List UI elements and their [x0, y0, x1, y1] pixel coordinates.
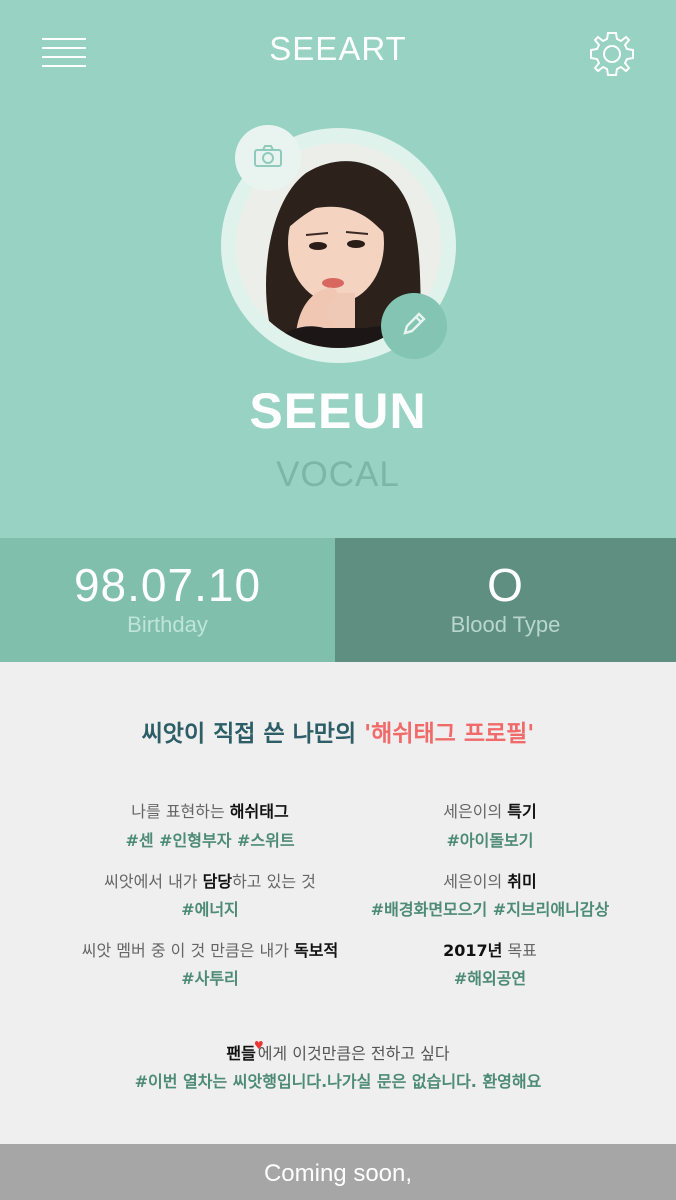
- title-text: 씨앗이 직접 쓴 나만의: [141, 721, 365, 747]
- pencil-icon: [399, 309, 429, 343]
- blood-type-label: Blood Type: [450, 612, 561, 637]
- profile-question: 세은이의 취미: [443, 872, 537, 891]
- profile-question: 세은이의 특기: [443, 802, 537, 821]
- profile-screen: SEEART SEEUN VOCAL 98.07.10 Birthday O B…: [0, 0, 676, 1200]
- title-highlight: '해쉬태그 프로필': [364, 721, 535, 747]
- profile-header-section: SEEART SEEUN VOCAL: [0, 0, 676, 538]
- app-title: SEEART: [269, 30, 407, 67]
- profile-hashtags: #해외공연: [453, 969, 527, 988]
- birthday-value: 98.07.10: [73, 559, 262, 611]
- birthday-panel: 98.07.10 Birthday: [0, 538, 335, 662]
- change-photo-button[interactable]: [235, 125, 301, 191]
- birthday-label: Birthday: [127, 612, 208, 637]
- profile-hashtags: #에너지: [181, 900, 239, 919]
- blood-type-value: O: [487, 559, 524, 611]
- profile-hashtags: #센 #인형부자 #스위트: [125, 831, 295, 850]
- profile-question: 씨앗 멤버 중 이 것 만큼은 내가 독보적: [81, 941, 339, 960]
- heart-icon: ♥: [253, 1039, 264, 1052]
- fans-message-hashtags: #이번 열차는 씨앗행입니다.나가실 문은 없습니다. 환영해요: [134, 1072, 542, 1091]
- blood-type-panel: O Blood Type: [335, 538, 676, 662]
- profile-question: 2017년 목표: [443, 941, 537, 960]
- profile-hashtags: #아이돌보기: [446, 831, 534, 850]
- edit-profile-button[interactable]: [381, 293, 447, 359]
- camera-icon: [253, 144, 283, 172]
- gear-icon[interactable]: [588, 30, 636, 78]
- profile-question: 나를 표현하는 해쉬태그: [131, 802, 289, 821]
- profile-hashtags: #사투리: [181, 969, 239, 988]
- hashtag-profile-title: 씨앗이 직접 쓴 나만의 '해쉬태그 프로필': [0, 714, 676, 748]
- profile-question: 씨앗에서 내가 담당하고 있는 것: [104, 872, 316, 891]
- member-name: SEEUN: [249, 383, 427, 439]
- coming-soon-bar: Coming soon,: [0, 1144, 676, 1200]
- profile-hashtags: #배경화면모으기 #지브리애니감상: [370, 900, 610, 919]
- fans-message-question: 팬들♥에게 이것만큼은 전하고 싶다: [226, 1039, 450, 1063]
- member-role: VOCAL: [276, 455, 400, 494]
